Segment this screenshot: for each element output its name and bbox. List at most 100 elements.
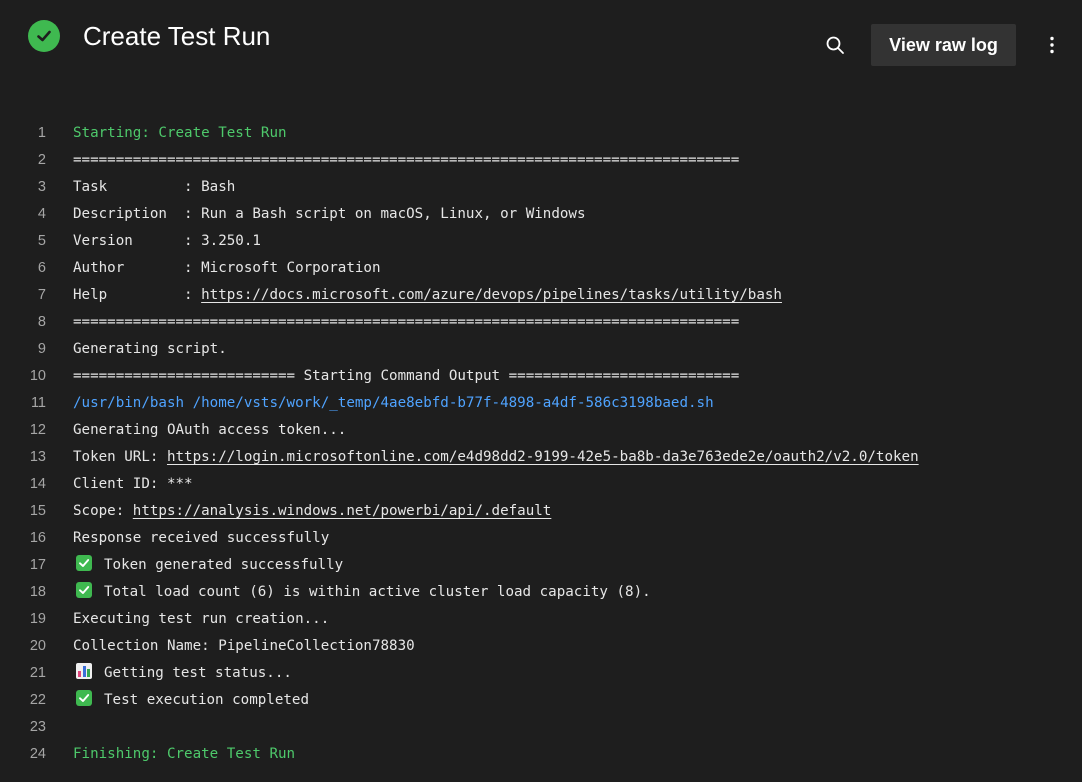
search-button[interactable] (818, 28, 852, 62)
log-header: Create Test Run View raw log (0, 0, 1082, 90)
check-mark-icon (76, 690, 92, 706)
log-line-content: Help : https://docs.microsoft.com/azure/… (73, 282, 782, 309)
log-line: 20 Collection Name: PipelineCollection788… (0, 633, 1082, 660)
log-text: Version : 3.250.1 (73, 233, 261, 249)
line-number: 1 (37, 125, 46, 141)
log-line: 21 Getting test status... (0, 660, 1082, 687)
log-text: ========================================… (73, 314, 740, 330)
line-number: 6 (37, 260, 46, 276)
line-number: 21 (29, 665, 46, 681)
line-number: 10 (29, 368, 46, 384)
log-line-content: Task : Bash (73, 174, 235, 201)
log-line-content: Finishing: Create Test Run (73, 741, 295, 768)
line-number: 9 (37, 341, 46, 357)
line-number: 4 (37, 206, 46, 222)
log-line: 13 Token URL: https://login.microsoftonli… (0, 444, 1082, 471)
check-mark-icon (76, 582, 92, 598)
log-text: Executing test run creation... (73, 611, 330, 627)
log-line: 8 =======================================… (0, 309, 1082, 336)
log-line-content: Getting test status... (73, 660, 292, 687)
line-number: 20 (29, 638, 46, 654)
page-title: Create Test Run (83, 21, 271, 51)
line-number: 11 (30, 395, 46, 411)
log-text: Test execution completed (104, 692, 309, 708)
log-line: 15 Scope: https://analysis.windows.net/po… (0, 498, 1082, 525)
log-text: Task : Bash (73, 179, 236, 195)
line-number: 16 (29, 530, 46, 546)
view-raw-log-button[interactable]: View raw log (871, 24, 1016, 66)
log-text: Generating OAuth access token... (73, 422, 347, 438)
log-text: Total load count (6) is within active cl… (104, 584, 651, 600)
log-label: Help : (73, 287, 202, 303)
log-line-content: Generating script. (73, 336, 227, 363)
line-number: 19 (29, 611, 46, 627)
log-label: Token URL: (73, 449, 167, 465)
log-text: Getting test status... (104, 665, 292, 681)
log-output: 1 Starting: Create Test Run 2 =============… (0, 120, 1082, 768)
success-check-icon (28, 20, 60, 52)
log-link[interactable]: https://login.microsoftonline.com/e4d98d… (167, 449, 919, 465)
log-line-content: Collection Name: PipelineCollection78830 (73, 633, 415, 660)
log-line: 3 Task : Bash (0, 174, 1082, 201)
line-number: 22 (29, 692, 46, 708)
log-line: 6 Author : Microsoft Corporation (0, 255, 1082, 282)
log-line-content: Total load count (6) is within active cl… (73, 579, 651, 606)
log-line: 24 Finishing: Create Test Run (0, 741, 1082, 768)
line-number: 23 (29, 719, 46, 735)
log-line-content: Version : 3.250.1 (73, 228, 261, 255)
log-label: Scope: (73, 503, 133, 519)
log-text: Finishing: Create Test Run (73, 746, 296, 762)
log-line: 17 Token generated successfully (0, 552, 1082, 579)
log-link[interactable]: https://analysis.windows.net/powerbi/api… (133, 503, 552, 519)
line-number: 5 (37, 233, 46, 249)
log-line: 22 Test execution completed (0, 687, 1082, 714)
line-number: 15 (29, 503, 46, 519)
log-line-content: Starting: Create Test Run (73, 120, 287, 147)
log-line: 7 Help : https://docs.microsoft.com/azure… (0, 282, 1082, 309)
line-number: 12 (29, 422, 46, 438)
check-mark-icon (76, 555, 92, 571)
bar-chart-icon (76, 663, 92, 679)
line-number: 13 (29, 449, 46, 465)
line-number: 2 (37, 152, 46, 168)
log-line: 4 Description : Run a Bash script on macO… (0, 201, 1082, 228)
log-line-content: /usr/bin/bash /home/vsts/work/_temp/4ae8… (73, 390, 714, 417)
log-text: Author : Microsoft Corporation (73, 260, 381, 276)
log-line-content: Description : Run a Bash script on macOS… (73, 201, 586, 228)
more-actions-button[interactable] (1040, 30, 1064, 60)
log-text: Collection Name: PipelineCollection78830 (73, 638, 415, 654)
line-number: 8 (37, 314, 46, 330)
log-line: 11/usr/bin/bash /home/vsts/work/_temp/4a… (0, 390, 1082, 417)
log-line: 23 (0, 714, 1082, 741)
log-line-content: Token URL: https://login.microsoftonline… (73, 444, 919, 471)
line-number: 14 (29, 476, 46, 492)
log-line: 5 Version : 3.250.1 (0, 228, 1082, 255)
log-text: Description : Run a Bash script on macOS… (73, 206, 586, 222)
log-line-content: Scope: https://analysis.windows.net/powe… (73, 498, 551, 525)
log-line-content: Executing test run creation... (73, 606, 329, 633)
more-vertical-icon (1050, 36, 1054, 54)
log-text: /usr/bin/bash /home/vsts/work/_temp/4ae8… (73, 395, 714, 411)
log-line: 9 Generating script. (0, 336, 1082, 363)
log-text: ========================== Starting Comm… (73, 368, 740, 384)
log-line-content: Response received successfully (73, 525, 329, 552)
log-link[interactable]: https://docs.microsoft.com/azure/devops/… (201, 287, 782, 303)
log-line: 18 Total load count (6) is within active … (0, 579, 1082, 606)
log-line: 2 =======================================… (0, 147, 1082, 174)
log-text: ========================================… (73, 152, 740, 168)
line-number: 18 (29, 584, 46, 600)
log-line: 14 Client ID: *** (0, 471, 1082, 498)
log-line: 16 Response received successfully (0, 525, 1082, 552)
log-line-content: Author : Microsoft Corporation (73, 255, 381, 282)
log-line: 12 Generating OAuth access token... (0, 417, 1082, 444)
log-line-content: Token generated successfully (73, 552, 343, 579)
log-line-content: Generating OAuth access token... (73, 417, 346, 444)
log-text: Generating script. (73, 341, 227, 357)
line-number: 7 (37, 287, 46, 303)
log-text: Starting: Create Test Run (73, 125, 287, 141)
log-line-content: Test execution completed (73, 687, 309, 714)
log-text: Client ID: *** (73, 476, 193, 492)
log-line: 19 Executing test run creation... (0, 606, 1082, 633)
log-line-content: ========================== Starting Comm… (73, 363, 739, 390)
log-text: Token generated successfully (104, 557, 344, 573)
